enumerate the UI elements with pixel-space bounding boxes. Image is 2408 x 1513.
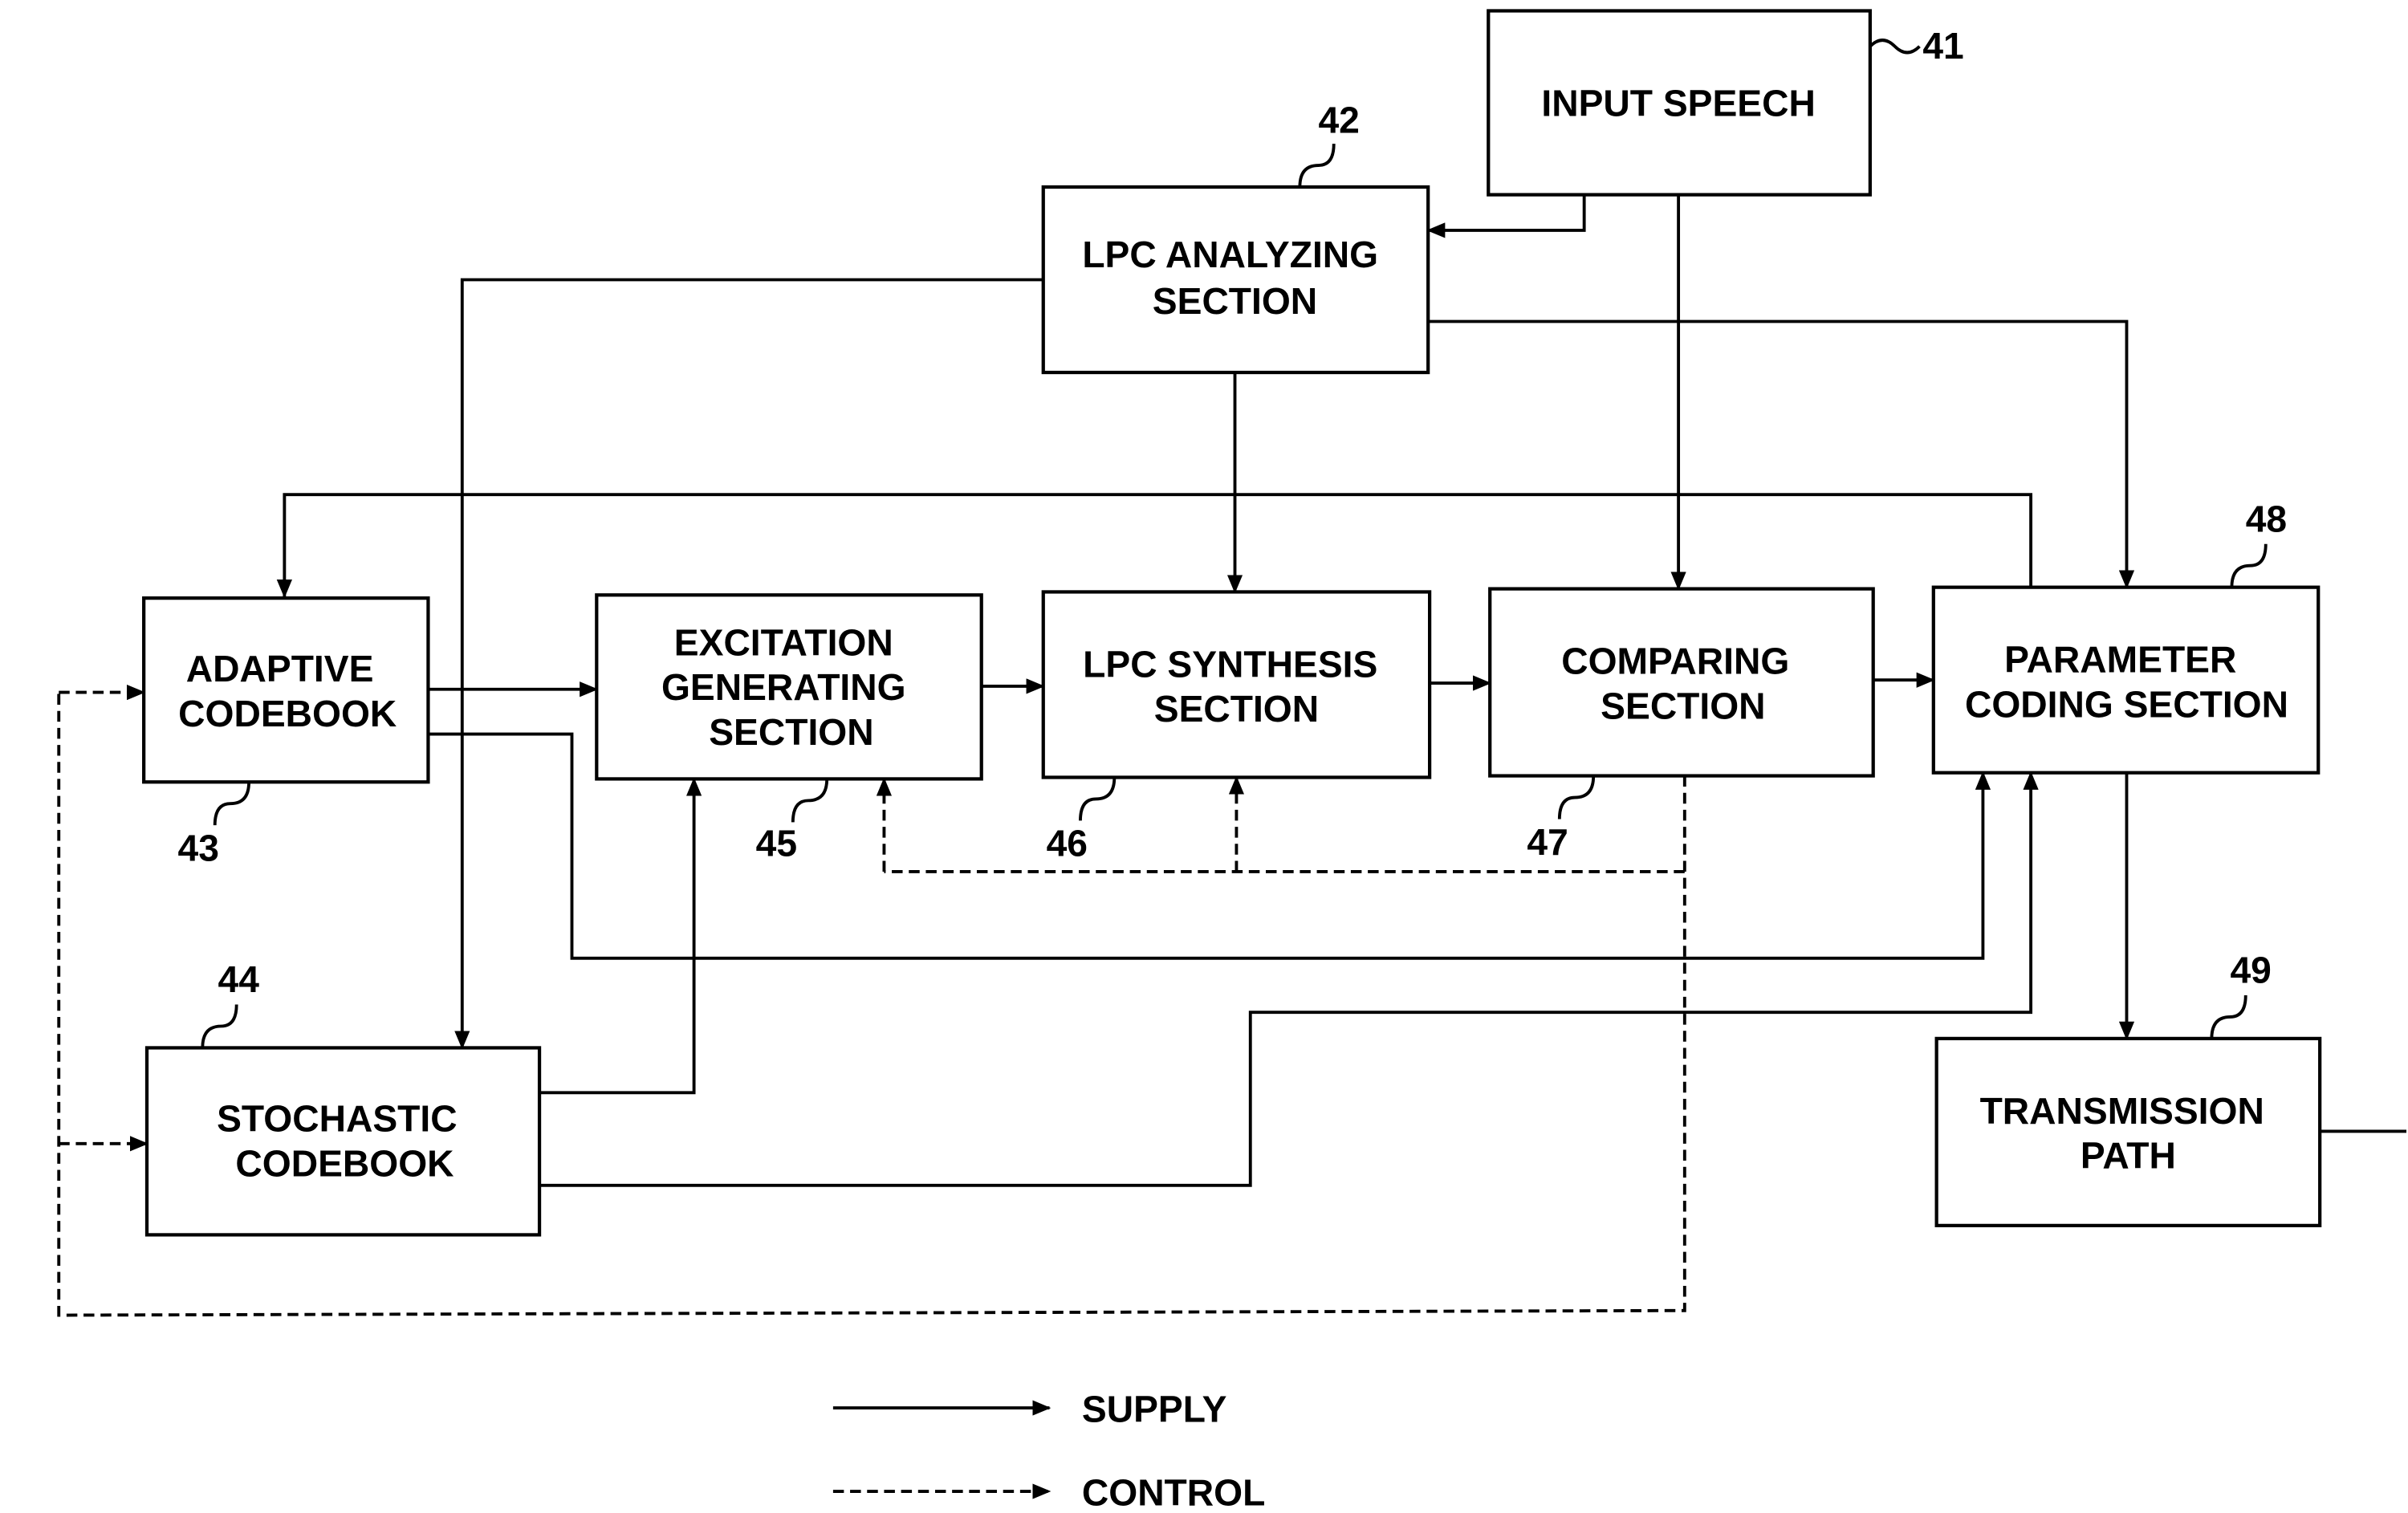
- legend: SUPPLY CONTROL: [832, 1388, 1265, 1513]
- block-diagram: INPUT SPEECH 41 LPC ANALYZING SECTION 42…: [57, 9, 2406, 1513]
- ref-number: 46: [1047, 823, 1088, 864]
- line-parameter-to-adaptive: [276, 493, 2033, 599]
- block-label-line2: CODEBOOK: [235, 1142, 454, 1184]
- ref-number: 42: [1318, 100, 1359, 141]
- ref-number: 47: [1527, 821, 1568, 863]
- block-label-line2: PATH: [2081, 1135, 2176, 1177]
- block-label-line2: SECTION: [1153, 280, 1317, 322]
- block-label-line2: SECTION: [1601, 685, 1765, 726]
- block-label-line2: SECTION: [1154, 688, 1319, 730]
- ref-number: 49: [2230, 950, 2271, 991]
- block-label: INPUT SPEECH: [1541, 82, 1815, 124]
- ref-number: 48: [2246, 498, 2287, 539]
- block-label-line2: CODING SECTION: [1965, 683, 2288, 725]
- legend-supply-label: SUPPLY: [1082, 1388, 1227, 1430]
- legend-control-label: CONTROL: [1082, 1471, 1265, 1513]
- ref-number: 43: [178, 827, 219, 868]
- block-label-line1: LPC SYNTHESIS: [1083, 643, 1377, 685]
- ref-number: 45: [756, 823, 797, 864]
- block-label-line2: GENERATING: [661, 666, 906, 708]
- block-label-line1: ADAPTIVE: [186, 648, 374, 689]
- line-stochastic-to-excitation: [539, 777, 702, 1095]
- block-adaptive-codebook: ADAPTIVE CODEBOOK 43: [142, 596, 430, 868]
- block-input-speech: INPUT SPEECH 41: [1487, 9, 1964, 197]
- ref-number: 44: [218, 958, 260, 1000]
- line-lpc-analyzing-to-parameter: [1428, 319, 2135, 589]
- block-lpc-analyzing: LPC ANALYZING SECTION 42: [1041, 100, 1430, 375]
- block-label-line1: COMPARING: [1561, 640, 1789, 681]
- block-stochastic-codebook: STOCHASTIC CODEBOOK 44: [144, 958, 542, 1237]
- block-label-line1: TRANSMISSION: [1980, 1090, 2264, 1132]
- block-comparing: COMPARING SECTION 47: [1488, 587, 1875, 863]
- block-label-line1: STOCHASTIC: [217, 1097, 458, 1139]
- block-label-line1: EXCITATION: [674, 621, 893, 663]
- ref-number: 41: [1922, 25, 1963, 67]
- block-lpc-synthesis: LPC SYNTHESIS SECTION 46: [1041, 590, 1432, 864]
- block-label-line3: SECTION: [709, 711, 873, 753]
- block-label-line1: LPC ANALYZING: [1082, 234, 1378, 275]
- block-label-line2: CODEBOOK: [178, 693, 397, 734]
- line-input-to-lpc-analyzing: [1426, 194, 1586, 238]
- block-label-line1: PARAMETER: [2004, 639, 2236, 681]
- block-excitation-generating: EXCITATION GENERATING SECTION 45: [595, 593, 983, 864]
